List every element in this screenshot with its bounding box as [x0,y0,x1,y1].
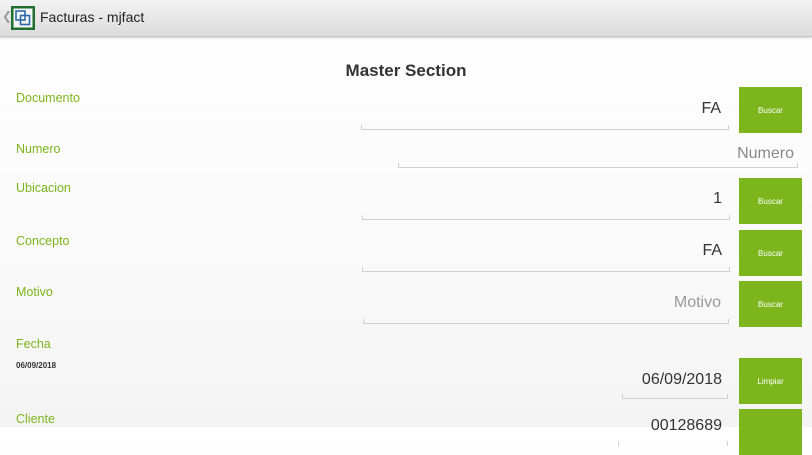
cliente-value: 00128689 [650,417,722,434]
cliente-input[interactable]: 00128689 [618,407,728,446]
documento-label: Documento [16,91,80,105]
numero-label: Numero [16,142,61,156]
cliente-label: Cliente [16,412,55,426]
concepto-buscar-button[interactable]: Buscar [739,230,802,276]
documento-value: FA [701,100,721,117]
fecha-value: 06/09/2018 [641,371,722,388]
ubicacion-input[interactable]: 1 [362,180,730,220]
ubicacion-value: 1 [713,190,722,207]
concepto-label: Concepto [16,234,70,248]
numero-placeholder: Numero [737,145,794,162]
fecha-limpiar-button[interactable]: Limpiar [739,358,802,404]
fecha-label: Fecha [16,337,51,351]
numero-input[interactable]: Numero [398,138,798,168]
fecha-selected-value: 06/09/2018 [16,361,57,370]
ubicacion-label: Ubicacion [16,181,71,195]
documento-input[interactable]: FA [361,92,729,130]
app-title: Facturas - mjfact [40,9,145,25]
motivo-label: Motivo [16,285,53,299]
app-icon[interactable] [11,6,35,30]
fecha-date-picker[interactable]: 06/09/2018 [622,358,728,399]
section-title: Master Section [345,61,467,80]
action-bar: ❮ Facturas - mjfact [0,0,812,37]
motivo-input[interactable]: Motivo [363,284,729,324]
cliente-buscar-button[interactable] [739,409,802,455]
ubicacion-buscar-button[interactable]: Buscar [739,178,802,224]
motivo-placeholder: Motivo [673,294,721,311]
documento-buscar-button[interactable]: Buscar [739,87,802,133]
concepto-input[interactable]: FA [362,233,730,272]
motivo-buscar-button[interactable]: Buscar [739,281,802,327]
concepto-value: FA [702,242,722,259]
